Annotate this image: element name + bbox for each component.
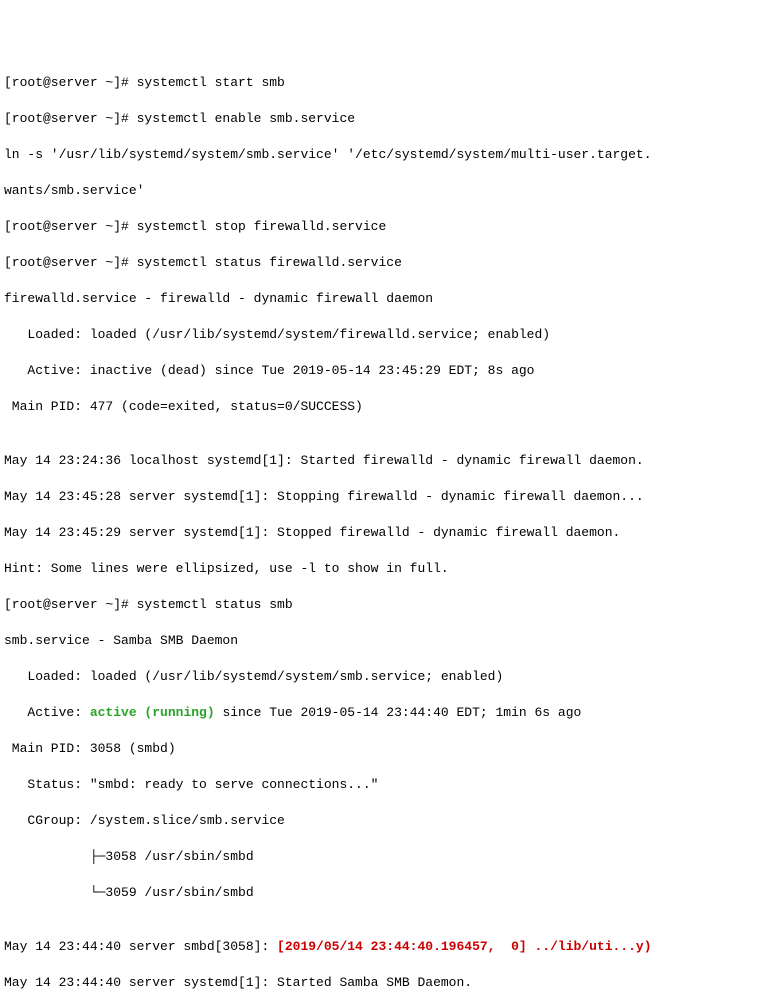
log-prefix: May 14 23:44:40 server smbd[3058]: [4,939,277,954]
terminal-line: May 14 23:44:40 server systemd[1]: Start… [4,974,760,992]
terminal-line: Main PID: 477 (code=exited, status=0/SUC… [4,398,760,416]
terminal-line: [root@server ~]# systemctl enable smb.se… [4,110,760,128]
terminal-line: firewalld.service - firewalld - dynamic … [4,290,760,308]
active-since: since Tue 2019-05-14 23:44:40 EDT; 1min … [215,705,582,720]
active-label: Active: [4,705,90,720]
terminal-line: ├─3058 /usr/sbin/smbd [4,848,760,866]
active-status: active (running) [90,705,215,720]
terminal-line: Main PID: 3058 (smbd) [4,740,760,758]
terminal-line: [root@server ~]# systemctl status firewa… [4,254,760,272]
terminal-line: CGroup: /system.slice/smb.service [4,812,760,830]
terminal-line: wants/smb.service' [4,182,760,200]
terminal-line: └─3059 /usr/sbin/smbd [4,884,760,902]
terminal-line: May 14 23:24:36 localhost systemd[1]: St… [4,452,760,470]
terminal-line: Status: "smbd: ready to serve connection… [4,776,760,794]
terminal-line: Loaded: loaded (/usr/lib/systemd/system/… [4,668,760,686]
terminal-line: Active: active (running) since Tue 2019-… [4,704,760,722]
terminal-line: Loaded: loaded (/usr/lib/systemd/system/… [4,326,760,344]
terminal-line: Active: inactive (dead) since Tue 2019-0… [4,362,760,380]
log-warning: [2019/05/14 23:44:40.196457, 0] ../lib/u… [277,939,651,954]
terminal-line: ln -s '/usr/lib/systemd/system/smb.servi… [4,146,760,164]
terminal-line: Hint: Some lines were ellipsized, use -l… [4,560,760,578]
terminal-line: May 14 23:44:40 server smbd[3058]: [2019… [4,938,760,956]
terminal-line: [root@server ~]# systemctl status smb [4,596,760,614]
terminal-line: [root@server ~]# systemctl start smb [4,74,760,92]
terminal-line: May 14 23:45:29 server systemd[1]: Stopp… [4,524,760,542]
terminal-line: May 14 23:45:28 server systemd[1]: Stopp… [4,488,760,506]
terminal-line: [root@server ~]# systemctl stop firewall… [4,218,760,236]
terminal-line: smb.service - Samba SMB Daemon [4,632,760,650]
